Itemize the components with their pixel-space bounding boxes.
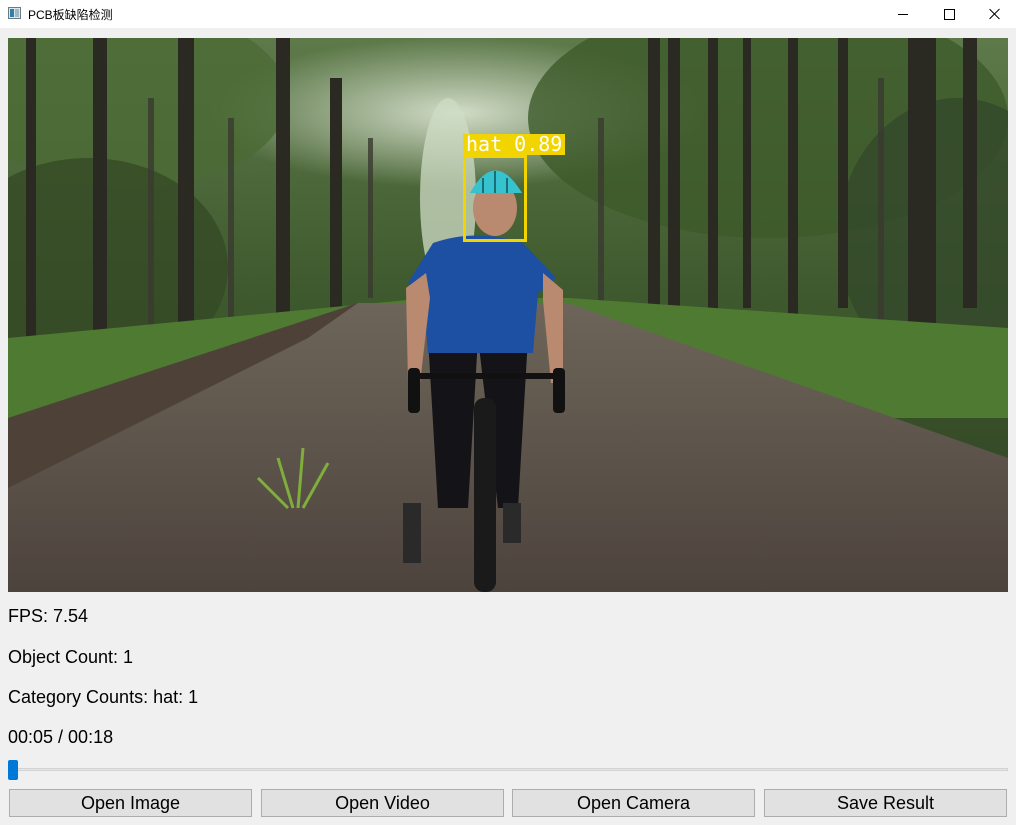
maximize-icon <box>943 8 955 20</box>
close-button[interactable] <box>972 0 1016 28</box>
playback-slider[interactable] <box>8 760 1008 782</box>
playback-time-label: 00:05 / 00:18 <box>8 727 114 747</box>
minimize-button[interactable] <box>880 0 926 28</box>
window-title: PCB板缺陷检测 <box>28 8 113 22</box>
object-count-label: Object Count: 1 <box>8 647 134 667</box>
title-bar: PCB板缺陷检测 <box>0 0 1016 28</box>
maximize-button[interactable] <box>926 0 972 28</box>
minimize-icon <box>898 13 908 15</box>
open-camera-button[interactable]: Open Camera <box>512 789 755 817</box>
slider-track[interactable] <box>8 768 1008 771</box>
slider-handle[interactable] <box>8 760 18 780</box>
open-video-button[interactable]: Open Video <box>261 789 504 817</box>
detection-bounding-box <box>463 155 527 242</box>
save-result-button[interactable]: Save Result <box>764 789 1007 817</box>
open-image-button[interactable]: Open Image <box>9 789 252 817</box>
close-icon <box>989 8 1001 20</box>
fps-label: FPS: 7.54 <box>8 606 89 626</box>
category-counts-label: Category Counts: hat: 1 <box>8 687 199 707</box>
video-frame-image <box>8 38 1008 592</box>
detection-label: hat 0.89 <box>463 134 566 155</box>
app-icon <box>8 7 21 19</box>
video-display: hat 0.89 <box>8 38 1008 592</box>
